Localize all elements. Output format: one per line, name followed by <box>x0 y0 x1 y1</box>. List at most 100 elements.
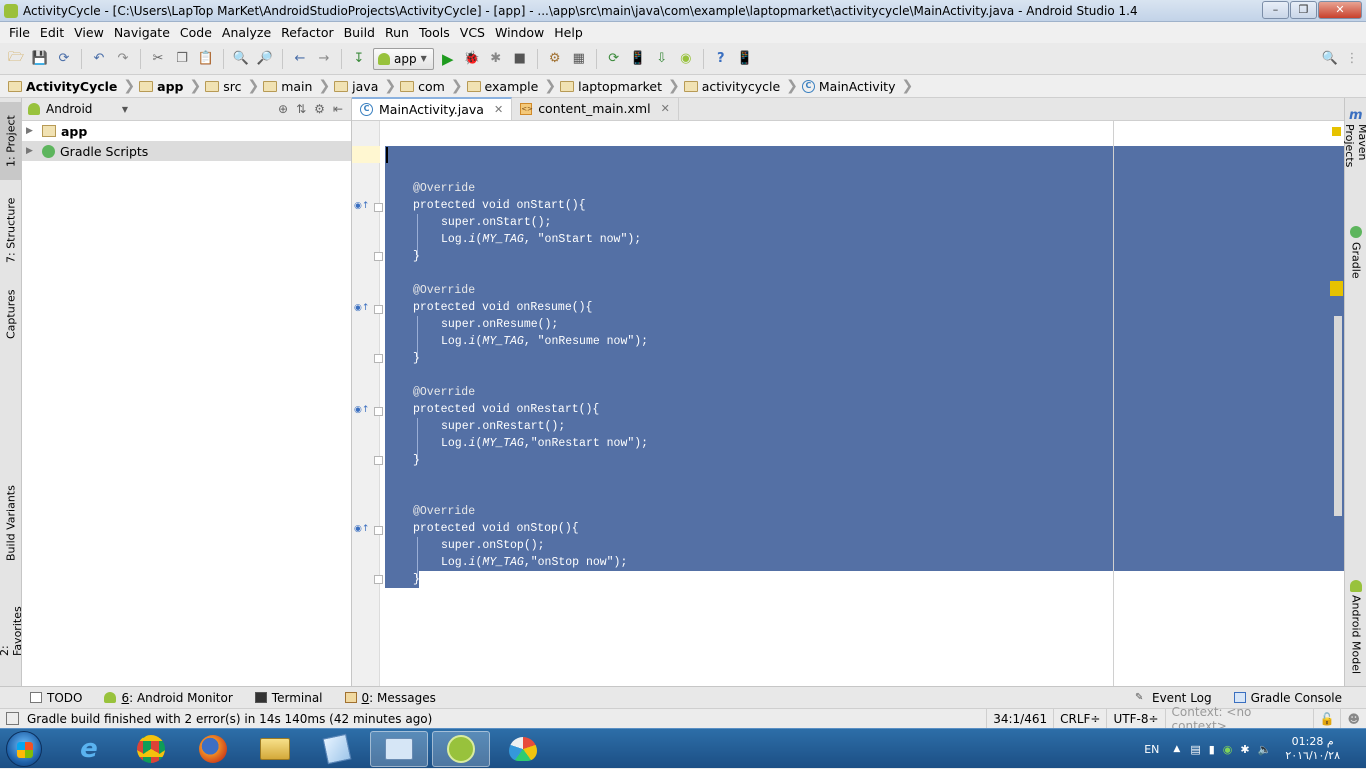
taskbar-notepad[interactable] <box>308 731 366 767</box>
breadcrumb-item[interactable]: laptopmarket ❯ <box>560 78 684 94</box>
menu-file[interactable]: File <box>4 25 35 40</box>
taskbar-internet-explorer[interactable]: e <box>60 731 118 767</box>
breadcrumb-item[interactable]: java ❯ <box>334 78 400 94</box>
breadcrumb-item[interactable]: C MainActivity ❯ <box>801 78 917 94</box>
menu-window[interactable]: Window <box>490 25 549 40</box>
project-structure-icon[interactable]: ⚙ <box>545 49 565 69</box>
collapse-all-icon[interactable]: ⇅ <box>296 102 306 116</box>
file-encoding[interactable]: UTF-8÷ <box>1106 708 1164 729</box>
breadcrumb-item[interactable]: com ❯ <box>400 78 466 94</box>
override-marker-icon[interactable]: ◉↑ <box>354 303 369 313</box>
android-device-monitor-icon[interactable]: ◉ <box>676 49 696 69</box>
tree-item-app[interactable]: ▶ app <box>22 121 351 141</box>
taskbar-chrome[interactable] <box>122 731 180 767</box>
tab-favorites[interactable]: 2: Favorites <box>0 594 24 656</box>
scroll-from-source-icon[interactable]: ⊕ <box>278 102 288 116</box>
show-hidden-icons-icon[interactable]: ▲ <box>1173 744 1180 754</box>
language-indicator[interactable]: EN <box>1144 743 1159 756</box>
battery-icon[interactable]: ▮ <box>1209 743 1215 756</box>
avd-manager-icon[interactable]: 📱 <box>628 49 648 69</box>
breadcrumb-item[interactable]: ActivityCycle ❯ <box>8 78 139 94</box>
save-all-icon[interactable]: 💾 <box>30 49 50 69</box>
menu-refactor[interactable]: Refactor <box>276 25 338 40</box>
network-icon[interactable]: ◉ <box>1223 743 1233 756</box>
android-monitor-icon[interactable]: 📱 <box>735 49 755 69</box>
menu-vcs[interactable]: VCS <box>455 25 490 40</box>
taskbar-control-panel[interactable] <box>370 731 428 767</box>
menu-analyze[interactable]: Analyze <box>217 25 276 40</box>
gradle-sync-icon[interactable]: ⟳ <box>604 49 624 69</box>
code-editor[interactable]: ◉↑ ◉↑ ◉↑ ◉↑ @Override protected void onS… <box>352 121 1344 686</box>
close-button[interactable]: ✕ <box>1318 1 1362 19</box>
find-icon[interactable]: 🔍 <box>231 49 251 69</box>
override-marker-icon[interactable]: ◉↑ <box>354 524 369 534</box>
tool-gradle-console[interactable]: Gradle Console <box>1222 691 1366 705</box>
attach-debugger-icon[interactable]: ✱ <box>486 49 506 69</box>
status-message[interactable]: Gradle build finished with 2 error(s) in… <box>0 712 432 726</box>
tab-android-model[interactable]: Android Model <box>1345 594 1366 676</box>
taskbar-firefox[interactable] <box>184 731 242 767</box>
menu-build[interactable]: Build <box>339 25 380 40</box>
tab-captures[interactable]: Captures <box>0 284 22 344</box>
taskbar-paint[interactable] <box>494 731 552 767</box>
menu-run[interactable]: Run <box>380 25 414 40</box>
inspector-icon[interactable]: ☻ <box>1340 708 1366 729</box>
open-folder-icon[interactable]: 🗁 <box>6 49 26 69</box>
redo-icon[interactable]: ↷ <box>113 49 133 69</box>
taskbar-android-studio[interactable] <box>432 731 490 767</box>
tab-content-main[interactable]: <> content_main.xml ✕ <box>512 97 679 120</box>
caret-position[interactable]: 34:1/461 <box>986 708 1053 729</box>
gear-icon[interactable]: ⚙ <box>314 102 325 116</box>
menu-tools[interactable]: Tools <box>414 25 455 40</box>
expand-icon[interactable]: ▶ <box>26 126 38 136</box>
structure-icon[interactable]: ▦ <box>569 49 589 69</box>
debug-icon[interactable]: 🐞 <box>462 49 482 69</box>
menu-edit[interactable]: Edit <box>35 25 69 40</box>
clock[interactable]: 01:28 م ٢٠١٦/١٠/٢٨ <box>1273 735 1366 763</box>
undo-icon[interactable]: ↶ <box>89 49 109 69</box>
make-project-icon[interactable]: ↧ <box>349 49 369 69</box>
run-icon[interactable]: ▶ <box>438 49 458 69</box>
help-icon[interactable]: ? <box>711 49 731 69</box>
code-area[interactable]: @Override protected void onStart(){ supe… <box>380 121 1344 686</box>
hide-panel-icon[interactable]: ⇤ <box>333 102 343 116</box>
editor-scrollbar[interactable] <box>1334 316 1342 516</box>
volume-icon[interactable]: 🔈 <box>1258 743 1272 756</box>
sync-icon[interactable]: ⟳ <box>54 49 74 69</box>
breadcrumb-item[interactable]: example ❯ <box>466 78 561 94</box>
tool-todo[interactable]: TODO <box>18 691 92 705</box>
sdk-manager-icon[interactable]: ⇩ <box>652 49 672 69</box>
tree-item-gradle-scripts[interactable]: ▶ Gradle Scripts <box>22 141 351 161</box>
menu-view[interactable]: View <box>69 25 109 40</box>
menu-code[interactable]: Code <box>175 25 217 40</box>
menu-help[interactable]: Help <box>549 25 588 40</box>
tab-maven-projects[interactable]: Maven Projects <box>1343 124 1366 204</box>
tab-main-activity[interactable]: C MainActivity.java ✕ <box>352 97 513 120</box>
toggle-tool-windows-icon[interactable] <box>6 712 19 725</box>
tool-terminal[interactable]: Terminal <box>243 691 333 705</box>
breadcrumb-item[interactable]: main ❯ <box>263 78 334 94</box>
breadcrumb-item[interactable]: src ❯ <box>205 78 263 94</box>
menu-navigate[interactable]: Navigate <box>109 25 175 40</box>
bluetooth-icon[interactable]: ✱ <box>1240 743 1249 756</box>
tab-structure[interactable]: 7: Structure <box>0 190 22 270</box>
run-configuration-select[interactable]: app ▼ <box>373 47 434 70</box>
override-marker-icon[interactable]: ◉↑ <box>354 405 369 415</box>
close-icon[interactable]: ✕ <box>661 102 670 115</box>
replace-icon[interactable]: 🔎 <box>255 49 275 69</box>
tab-gradle[interactable]: Gradle <box>1345 240 1366 280</box>
close-icon[interactable]: ✕ <box>494 103 503 116</box>
tool-messages[interactable]: 0: Messages <box>333 691 446 705</box>
forward-icon[interactable]: → <box>314 49 334 69</box>
tool-event-log[interactable]: ✎ Event Log <box>1123 691 1222 705</box>
line-separator[interactable]: CRLF÷ <box>1053 708 1106 729</box>
lock-icon[interactable]: 🔓 <box>1312 708 1341 729</box>
signal-icon[interactable]: ▤ <box>1190 743 1200 756</box>
copy-icon[interactable]: ❐ <box>172 49 192 69</box>
back-icon[interactable]: ← <box>290 49 310 69</box>
breadcrumb-item[interactable]: activitycycle ❯ <box>683 78 802 94</box>
expand-icon[interactable]: ▶ <box>26 146 38 156</box>
stop-icon[interactable]: ■ <box>510 49 530 69</box>
paste-icon[interactable]: 📋 <box>196 49 216 69</box>
project-view-select[interactable]: Android ▼ <box>28 102 128 116</box>
